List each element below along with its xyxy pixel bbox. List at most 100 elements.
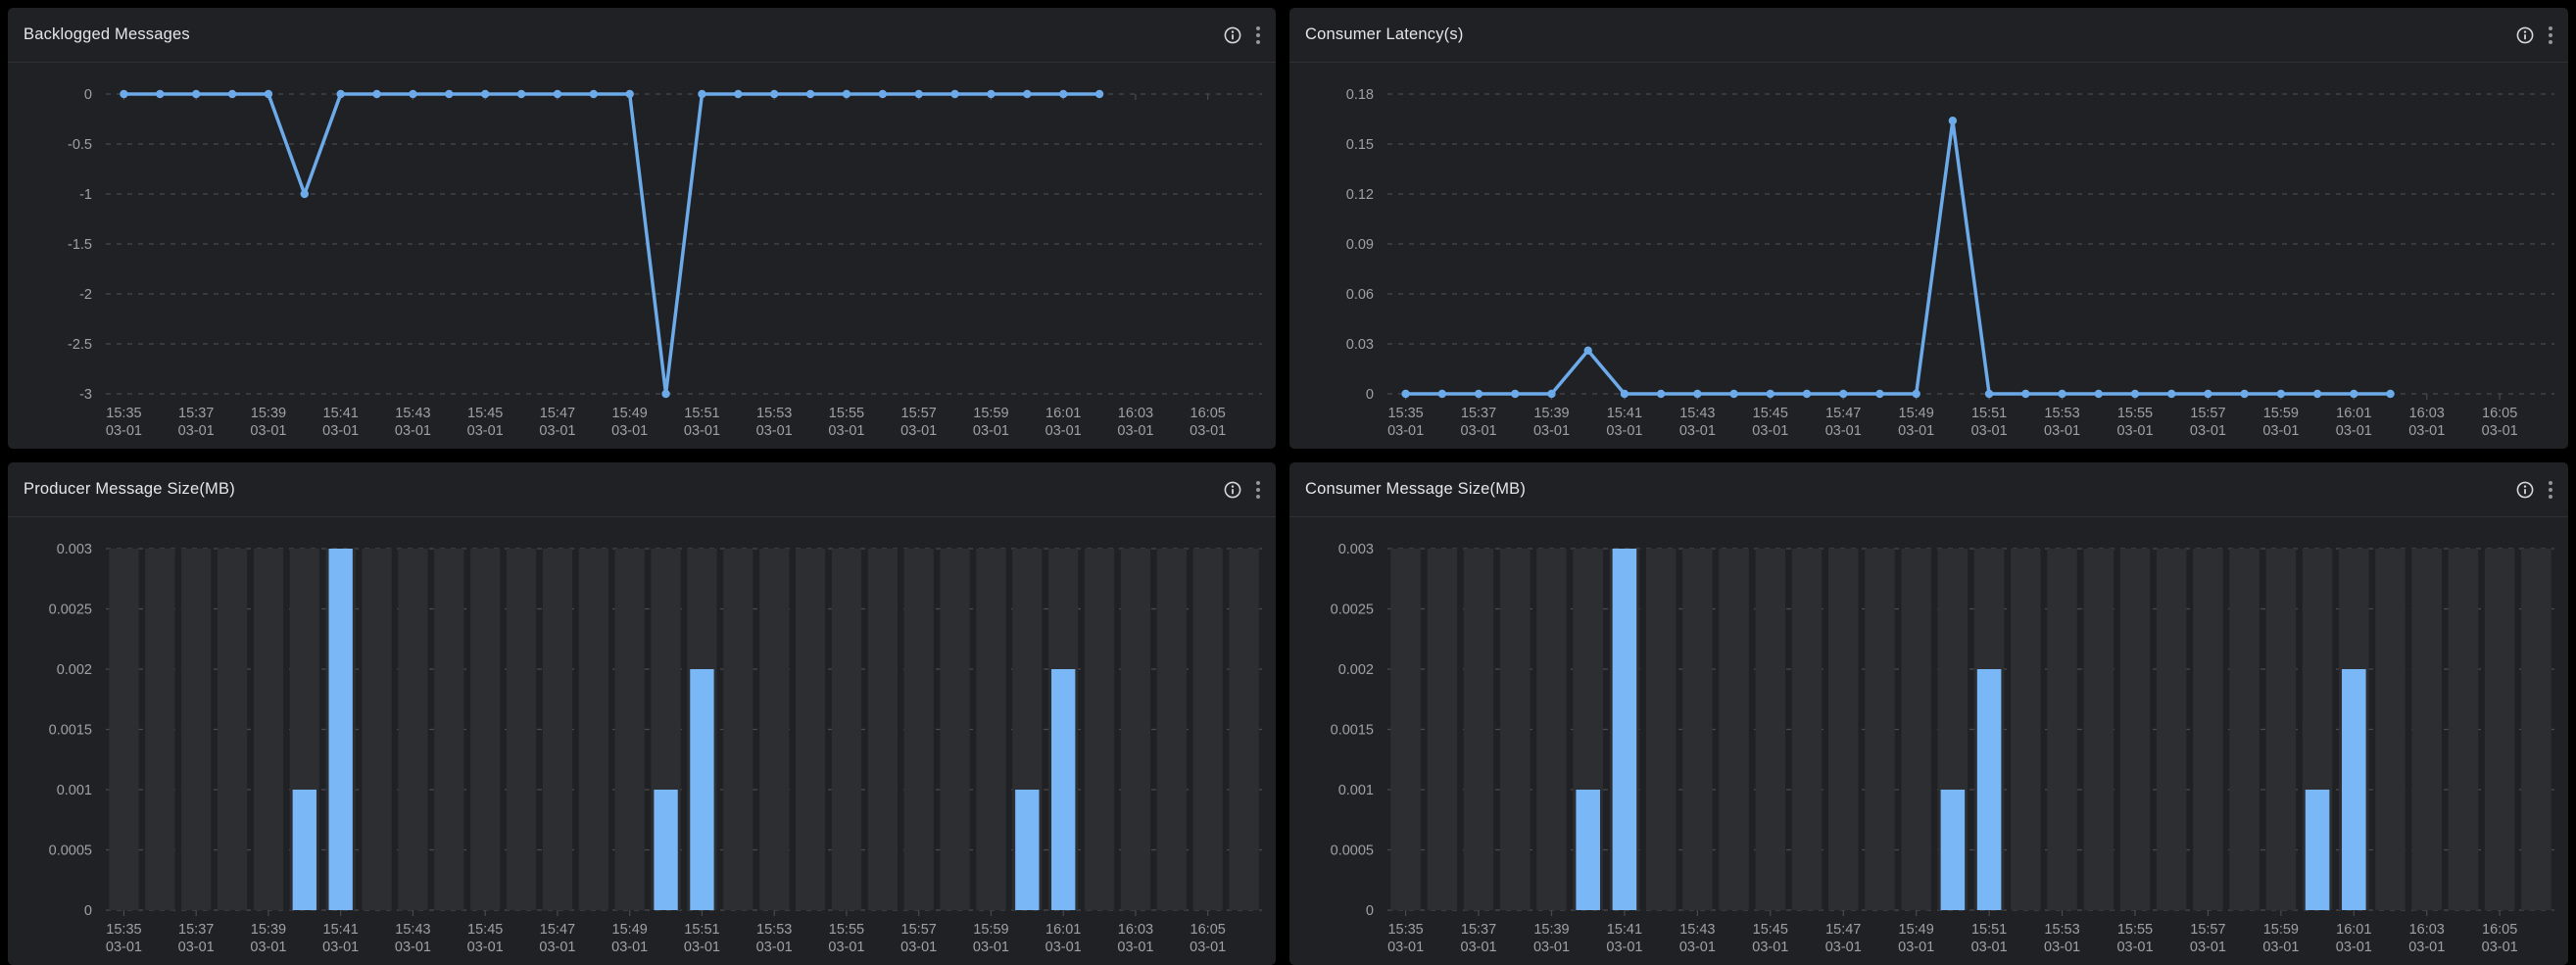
svg-text:15:45: 15:45 [1753,922,1788,938]
svg-text:15:45: 15:45 [1753,406,1788,421]
svg-text:0.15: 0.15 [1346,137,1374,153]
info-icon[interactable] [2515,480,2535,500]
svg-text:03-01: 03-01 [467,423,504,439]
svg-text:16:05: 16:05 [2482,922,2517,938]
chart-canvas[interactable]: 0.180.150.120.090.060.03015:3503-0115:37… [1289,63,2568,449]
svg-text:03-01: 03-01 [322,940,359,955]
svg-text:03-01: 03-01 [1898,940,1934,955]
svg-text:15:41: 15:41 [323,922,359,938]
svg-text:03-01: 03-01 [1752,423,1788,439]
svg-text:03-01: 03-01 [1825,940,1862,955]
svg-text:0.002: 0.002 [57,662,92,678]
svg-text:15:43: 15:43 [395,922,430,938]
svg-text:15:57: 15:57 [2190,922,2225,938]
svg-text:03-01: 03-01 [322,423,359,439]
svg-text:15:37: 15:37 [178,922,214,938]
svg-text:15:59: 15:59 [2263,922,2299,938]
svg-text:15:59: 15:59 [973,922,1008,938]
svg-text:0.12: 0.12 [1346,187,1374,203]
svg-text:03-01: 03-01 [1190,423,1226,439]
svg-text:03-01: 03-01 [106,940,142,955]
kebab-menu-icon[interactable] [2547,479,2554,501]
svg-text:15:53: 15:53 [2044,922,2079,938]
svg-text:03-01: 03-01 [1606,423,1642,439]
svg-text:15:53: 15:53 [2044,406,2079,421]
chart-consumer-message-size[interactable]: 0.0030.00250.0020.00150.0010.0005015:350… [1289,517,2568,965]
svg-text:0.001: 0.001 [1338,783,1374,798]
svg-text:03-01: 03-01 [1752,940,1788,955]
svg-text:03-01: 03-01 [1045,940,1082,955]
chart-consumer-latency[interactable]: 0.180.150.120.090.060.03015:3503-0115:37… [1289,63,2568,449]
svg-text:15:53: 15:53 [756,922,792,938]
panel-consumer-latency: Consumer Latency(s) 0.180.150.120.090.06… [1289,8,2568,449]
svg-text:15:49: 15:49 [1899,406,1934,421]
panel-header: Consumer Message Size(MB) [1289,462,2568,517]
svg-text:03-01: 03-01 [828,940,864,955]
metrics-dashboard: Backlogged Messages 0-0.5-1-1.5-2-2.5-31… [0,0,2576,965]
info-icon[interactable] [2515,25,2535,45]
panel-title: Backlogged Messages [24,25,190,44]
svg-text:03-01: 03-01 [1387,423,1424,439]
svg-text:15:55: 15:55 [2117,406,2153,421]
panel-backlogged-messages: Backlogged Messages 0-0.5-1-1.5-2-2.5-31… [8,8,1276,449]
chart-backlogged-messages[interactable]: 0-0.5-1-1.5-2-2.5-315:3503-0115:3703-011… [8,63,1276,449]
panel-header: Backlogged Messages [8,8,1276,63]
svg-text:15:35: 15:35 [1387,406,1423,421]
svg-text:03-01: 03-01 [2336,423,2372,439]
svg-text:03-01: 03-01 [2408,423,2445,439]
svg-text:15:49: 15:49 [612,922,648,938]
info-icon[interactable] [1223,25,1242,45]
svg-text:03-01: 03-01 [1825,423,1862,439]
svg-text:15:43: 15:43 [395,406,430,421]
svg-text:0.003: 0.003 [57,542,92,557]
svg-text:-1.5: -1.5 [68,237,92,253]
svg-text:03-01: 03-01 [1117,423,1153,439]
kebab-menu-icon[interactable] [1254,24,1262,46]
svg-text:16:03: 16:03 [1118,406,1153,421]
svg-text:03-01: 03-01 [2044,940,2080,955]
svg-text:0.03: 0.03 [1346,337,1374,353]
svg-text:03-01: 03-01 [539,423,575,439]
svg-text:03-01: 03-01 [1679,940,1716,955]
svg-text:16:05: 16:05 [1191,922,1226,938]
svg-text:-2: -2 [79,287,92,303]
kebab-menu-icon[interactable] [1254,479,1262,501]
chart-canvas[interactable]: 0.0030.00250.0020.00150.0010.0005015:350… [8,517,1276,965]
svg-text:15:45: 15:45 [467,406,503,421]
svg-text:03-01: 03-01 [611,423,648,439]
svg-text:03-01: 03-01 [973,940,1009,955]
svg-text:03-01: 03-01 [900,940,937,955]
svg-text:15:43: 15:43 [1679,406,1715,421]
svg-text:16:05: 16:05 [2482,406,2517,421]
svg-text:15:51: 15:51 [1971,406,2007,421]
panel-title: Consumer Latency(s) [1305,25,1464,44]
svg-text:0.18: 0.18 [1346,87,1374,103]
svg-text:03-01: 03-01 [611,940,648,955]
svg-text:15:59: 15:59 [2263,406,2299,421]
chart-canvas[interactable]: 0.0030.00250.0020.00150.0010.0005015:350… [1289,517,2568,965]
svg-text:03-01: 03-01 [2262,940,2299,955]
svg-text:03-01: 03-01 [1045,423,1082,439]
svg-text:15:35: 15:35 [106,406,141,421]
svg-text:03-01: 03-01 [684,423,720,439]
svg-text:15:57: 15:57 [901,406,937,421]
svg-text:0.0005: 0.0005 [1331,844,1374,859]
kebab-menu-icon[interactable] [2547,24,2554,46]
svg-text:15:53: 15:53 [756,406,792,421]
svg-text:15:41: 15:41 [1607,406,1642,421]
svg-text:15:35: 15:35 [106,922,141,938]
chart-canvas[interactable]: 0-0.5-1-1.5-2-2.5-315:3503-0115:3703-011… [8,63,1276,449]
svg-text:03-01: 03-01 [178,423,215,439]
svg-text:16:01: 16:01 [1045,406,1081,421]
svg-text:0.0015: 0.0015 [1331,723,1374,739]
chart-producer-message-size[interactable]: 0.0030.00250.0020.00150.0010.0005015:350… [8,517,1276,965]
svg-text:03-01: 03-01 [2190,423,2226,439]
info-icon[interactable] [1223,480,1242,500]
svg-text:03-01: 03-01 [467,940,504,955]
svg-text:16:03: 16:03 [2409,406,2445,421]
svg-text:03-01: 03-01 [2482,423,2518,439]
svg-text:0.0015: 0.0015 [49,723,92,739]
svg-text:03-01: 03-01 [2116,940,2153,955]
svg-text:16:03: 16:03 [2409,922,2445,938]
svg-text:0.0025: 0.0025 [49,603,92,618]
